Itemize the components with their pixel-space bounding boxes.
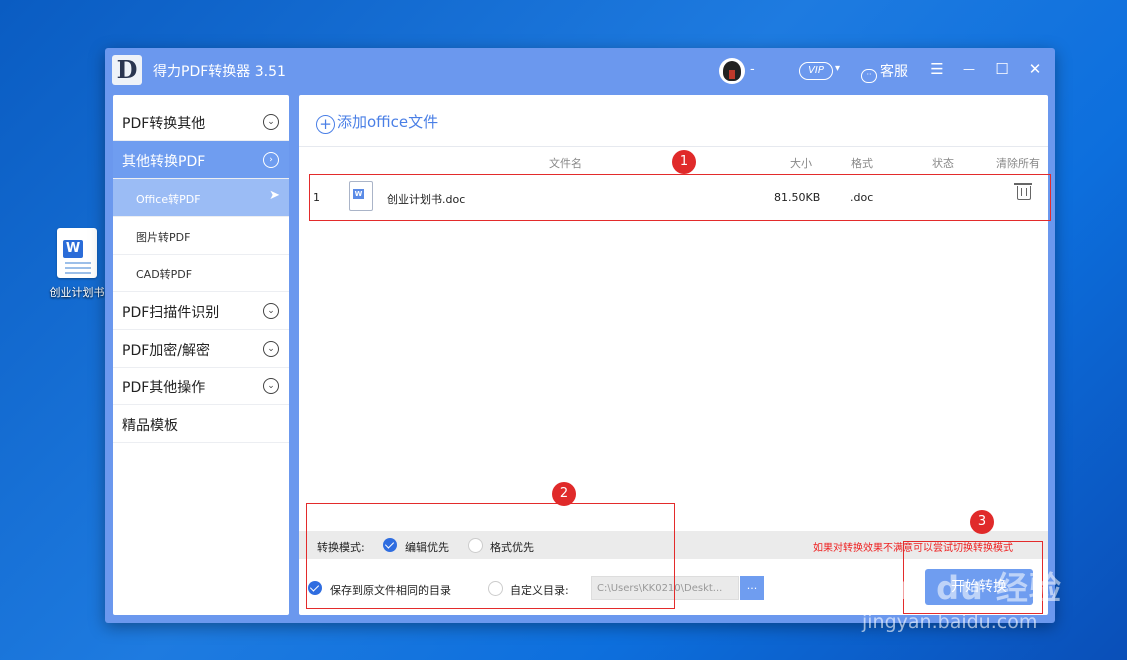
vip-badge[interactable]: VIP <box>799 62 833 80</box>
chevron-down-circle-icon: ⌄ <box>263 303 279 319</box>
add-office-file-button[interactable]: + 添加office文件 <box>316 111 438 134</box>
divider <box>299 146 1048 147</box>
chat-bubble-icon: ·· <box>861 69 877 83</box>
chevron-right-circle-icon: › <box>263 152 279 168</box>
user-avatar[interactable] <box>719 58 745 84</box>
annotation-box-1 <box>309 174 1051 221</box>
watermark-logo: Bai du 经验 <box>864 569 1062 607</box>
sidebar-item-templates[interactable]: 精品模板 <box>113 405 289 443</box>
column-header-filename: 文件名 <box>549 157 582 170</box>
sidebar-subitem-image-to-pdf[interactable]: 图片转PDF <box>113 217 289 255</box>
desktop-icon-label: 创业计划书 <box>49 286 105 299</box>
sidebar-item-pdf-to-other[interactable]: PDF转换其他 ⌄ <box>113 103 289 141</box>
watermark-url: jingyan.baidu.com <box>862 611 1038 633</box>
word-document-icon: W <box>57 228 97 278</box>
arrow-right-icon: ➤ <box>269 188 280 203</box>
chevron-down-circle-icon: ⌄ <box>263 378 279 394</box>
browse-button[interactable]: ... <box>740 576 764 600</box>
sidebar-subitem-cad-to-pdf[interactable]: CAD转PDF <box>113 254 289 292</box>
app-logo: D <box>112 55 142 85</box>
sidebar-item-encrypt-decrypt[interactable]: PDF加密/解密 ⌄ <box>113 330 289 368</box>
sidebar-item-other-to-pdf[interactable]: 其他转换PDF › <box>113 141 289 179</box>
menu-icon[interactable]: ☰ <box>926 58 948 80</box>
close-icon[interactable]: ✕ <box>1024 58 1046 80</box>
sidebar: PDF转换其他 ⌄ 其他转换PDF › Office转PDF ➤ 图片转PDF … <box>113 95 289 615</box>
sidebar-item-other-operations[interactable]: PDF其他操作 ⌄ <box>113 367 289 405</box>
maximize-icon[interactable]: ☐ <box>991 58 1013 80</box>
vip-dropdown-icon[interactable]: ▾ <box>835 63 840 74</box>
annotation-badge-2: 2 <box>552 482 576 506</box>
clear-all-button[interactable]: 清除所有 <box>996 155 1040 171</box>
customer-service-label: 客服 <box>880 64 908 80</box>
user-name: - <box>750 62 755 77</box>
chevron-down-circle-icon: ⌄ <box>263 114 279 130</box>
desktop-file-icon[interactable]: W 创业计划书 <box>44 228 110 300</box>
annotation-badge-3: 3 <box>970 510 994 534</box>
customer-service-button[interactable]: ·· 客服 <box>861 61 908 83</box>
title-bar[interactable]: D 得力PDF转换器 3.51 - VIP ▾ ·· 客服 ☰ — ☐ ✕ <box>105 48 1055 92</box>
column-header-format: 格式 <box>851 157 873 170</box>
column-header-size: 大小 <box>790 157 812 170</box>
annotation-box-2 <box>306 503 675 609</box>
sidebar-subitem-office-to-pdf[interactable]: Office转PDF ➤ <box>113 179 289 217</box>
app-title: 得力PDF转换器 3.51 <box>153 64 286 80</box>
minimize-icon[interactable]: — <box>958 58 980 80</box>
add-office-file-label: 添加office文件 <box>337 113 439 131</box>
column-header-status: 状态 <box>932 157 954 170</box>
plus-circle-icon: + <box>316 115 335 134</box>
chevron-down-circle-icon: ⌄ <box>263 341 279 357</box>
annotation-badge-1: 1 <box>672 150 696 174</box>
sidebar-item-scan-ocr[interactable]: PDF扫描件识别 ⌄ <box>113 292 289 330</box>
